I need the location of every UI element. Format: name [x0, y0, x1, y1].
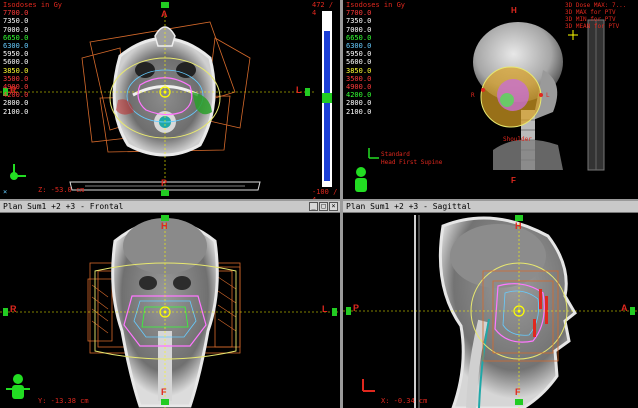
orient-label-right: L — [296, 85, 302, 95]
patient-position: Head First Supine — [381, 159, 443, 166]
window-level-bar — [324, 31, 330, 181]
three-d-view-pane[interactable]: Isodoses in Gy 7700.0 7350.0 7000.0 6650… — [343, 0, 638, 199]
orient-label-bottom: P — [161, 178, 168, 188]
dose-stat-item: 3D MAX for PTV — [565, 9, 616, 16]
legend-title: Isodoses in Gy — [3, 1, 63, 9]
orient-label-top: H — [511, 6, 517, 15]
isodose-item: 7700.0 — [3, 9, 29, 18]
slice-position: Z: -53.0 cm — [38, 186, 85, 194]
orient-label-top: H — [161, 221, 168, 231]
isodose-item: 2100.0 — [346, 107, 372, 116]
isodose-item: 6650.0 — [346, 33, 372, 42]
orient-label-top: A — [161, 9, 168, 19]
orientation-standard: Standard — [381, 151, 410, 158]
label-r: R — [471, 92, 475, 99]
window-level-bottom: -100 / 4 — [312, 188, 338, 199]
isodose-item: 2800.0 — [346, 99, 372, 108]
label-l: L — [546, 92, 550, 99]
orient-label-right: L — [322, 304, 328, 314]
isodose-item: 2100.0 — [3, 107, 29, 116]
window-level-slider[interactable] — [322, 11, 332, 187]
treatment-planning-app: × Isodoses in Gy 7700.0 7350.0 7000.0 66… — [0, 0, 638, 408]
svg-text:×: × — [3, 188, 7, 196]
orient-label-bottom: F — [161, 387, 167, 397]
sagittal-view-pane[interactable]: Plan Sum1 +2 +3 - Sagittal H F P A X: -0… — [343, 201, 638, 408]
frontal-view-pane[interactable]: Plan Sum1 +2 +3 - Frontal _ □ × H F R L … — [0, 201, 340, 408]
three-d-isodose-legend: Isodoses in Gy 7700.0 7350.0 7000.0 6650… — [346, 1, 405, 116]
orient-label-top: H — [515, 221, 522, 231]
isodose-item: 3850.0 — [3, 66, 29, 75]
isodose-item: 4900.0 — [346, 83, 372, 92]
isodose-item: 3500.0 — [3, 74, 29, 83]
isodose-item: 5950.0 — [346, 50, 372, 59]
frontal-image — [0, 215, 340, 408]
shoulder-label: Shoulder — [503, 136, 532, 143]
slice-position: Y: -13.38 cm — [38, 397, 89, 405]
isodose-item: 7000.0 — [346, 25, 372, 34]
isodose-item: 6300.0 — [3, 42, 29, 51]
window-level-handle[interactable] — [322, 93, 332, 103]
isodose-item: 5600.0 — [346, 58, 372, 67]
slice-position: X: -0.34 cm — [381, 397, 428, 405]
isodose-item: 7350.0 — [346, 17, 372, 26]
isodose-item: 7350.0 — [3, 17, 29, 26]
isodose-item: 3850.0 — [346, 66, 372, 75]
isodose-item: 6300.0 — [346, 42, 372, 51]
isodose-item: 4200.0 — [346, 91, 372, 100]
axial-isodose-legend: Isodoses in Gy 7700.0 7350.0 7000.0 6650… — [3, 1, 62, 116]
isodose-item: 7700.0 — [346, 9, 372, 18]
orient-label-right: A — [621, 303, 628, 313]
legend-title: Isodoses in Gy — [346, 1, 406, 9]
orient-label-bottom: F — [511, 176, 516, 185]
sagittal-image — [343, 215, 638, 408]
orient-label-left: R — [10, 304, 17, 314]
dose-stat-item: 3D Dose MAX: 7... — [565, 2, 627, 9]
dose-stat-item: 3D MEAN for PTV — [565, 23, 620, 30]
isodose-item: 3500.0 — [346, 74, 372, 83]
isodose-item: 7000.0 — [3, 25, 29, 34]
orient-label-left: R — [10, 85, 17, 95]
isodose-item: 2800.0 — [3, 99, 29, 108]
isodose-item: 6650.0 — [3, 33, 29, 42]
orient-label-bottom: F — [515, 387, 521, 397]
isodose-item: 5600.0 — [3, 58, 29, 67]
dose-stat-item: 3D MIN for PTV — [565, 16, 616, 23]
orient-label-left: P — [353, 303, 360, 313]
axial-view-pane[interactable]: × Isodoses in Gy 7700.0 7350.0 7000.0 66… — [0, 0, 340, 199]
isodose-item: 5950.0 — [3, 50, 29, 59]
dose-stats-legend: 3D Dose MAX: 7... 3D MAX for PTV 3D MIN … — [565, 2, 626, 30]
